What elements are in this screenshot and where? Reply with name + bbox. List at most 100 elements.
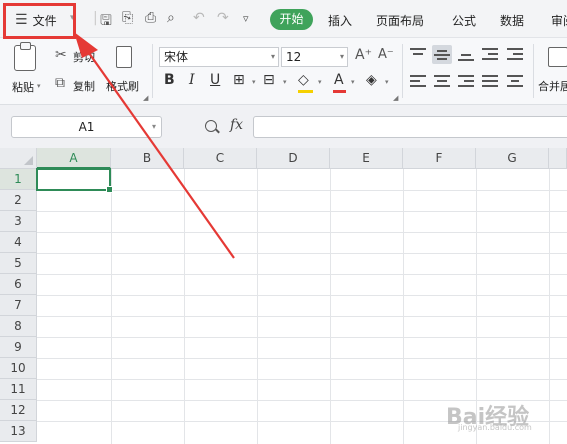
font-color-dropdown-icon[interactable]: ▾	[351, 78, 355, 86]
font-name-select[interactable]: 宋体 ▾	[159, 47, 279, 67]
align-middle-icon[interactable]	[434, 47, 450, 61]
selected-cell-a1[interactable]	[36, 168, 113, 193]
align-top-icon[interactable]	[410, 47, 426, 61]
ribbon: 粘贴 ▾ ✂ 剪切 ⧉ 复制 格式刷 宋体 ▾ 12 ▾ A⁺ A⁻ B I U…	[0, 38, 567, 105]
divider	[402, 44, 403, 98]
row-header[interactable]: 13	[0, 421, 37, 442]
divider	[152, 44, 153, 98]
grid-line	[37, 274, 567, 275]
tab-formulas[interactable]: 公式	[452, 12, 476, 29]
font-size-select[interactable]: 12 ▾	[281, 47, 348, 67]
merge-cells-icon[interactable]	[548, 47, 567, 67]
scissors-icon[interactable]: ✂	[55, 47, 67, 63]
grid-line	[37, 316, 567, 317]
tab-insert[interactable]: 插入	[328, 12, 352, 29]
font-name-value: 宋体	[164, 50, 189, 64]
grid-line	[37, 190, 567, 191]
tab-data[interactable]: 数据	[500, 12, 524, 29]
formula-bar: A1 ▾ fx	[0, 105, 567, 148]
merge-center-button[interactable]: 合并居	[538, 78, 567, 94]
cut-button[interactable]: 剪切	[73, 49, 95, 65]
row-header[interactable]: 2	[0, 190, 37, 211]
row-header[interactable]: 1	[0, 169, 37, 190]
watermark-subtext: jingyan.baidu.com	[458, 423, 532, 432]
underline-button[interactable]: U	[210, 72, 220, 88]
column-header[interactable]: G	[476, 148, 549, 169]
clipboard-dialog-icon[interactable]: ◢	[143, 94, 148, 102]
cell-style-dropdown-icon[interactable]: ▾	[283, 78, 287, 86]
grid-line	[37, 379, 567, 380]
chevron-down-icon: ▾	[270, 52, 275, 61]
column-header[interactable]: D	[257, 148, 330, 169]
cell-style-icon[interactable]: ⊟	[263, 72, 275, 88]
column-header[interactable]: B	[111, 148, 184, 169]
undo-icon[interactable]: ↶	[193, 10, 205, 26]
distribute-icon[interactable]	[507, 74, 523, 88]
increase-indent-icon[interactable]	[507, 47, 523, 61]
font-color-button[interactable]: A	[334, 72, 344, 88]
font-dialog-icon[interactable]: ◢	[393, 94, 398, 102]
print-icon[interactable]: ⎙	[145, 10, 156, 26]
justify-icon[interactable]	[482, 74, 498, 88]
fill-color-dropdown-icon[interactable]: ▾	[318, 78, 322, 86]
zoom-icon[interactable]	[205, 120, 217, 132]
export-icon[interactable]: ⎘	[122, 10, 133, 26]
save-icon[interactable]: 🖫	[100, 10, 112, 34]
decrease-indent-icon[interactable]	[482, 47, 498, 61]
row-header[interactable]: 6	[0, 274, 37, 295]
row-header[interactable]: 7	[0, 295, 37, 316]
bold-button[interactable]: B	[164, 72, 175, 88]
customize-toolbar-icon[interactable]: ▿	[243, 12, 249, 25]
row-header[interactable]: 3	[0, 211, 37, 232]
row-header[interactable]: 12	[0, 400, 37, 421]
select-all-corner[interactable]	[0, 148, 37, 169]
tab-page-layout[interactable]: 页面布局	[376, 12, 424, 29]
column-header[interactable]: E	[330, 148, 403, 169]
copy-icon[interactable]: ⧉	[55, 75, 65, 91]
row-header[interactable]: 8	[0, 316, 37, 337]
grid-line	[37, 295, 567, 296]
column-header[interactable]: C	[184, 148, 257, 169]
clear-format-icon[interactable]: ◈	[366, 72, 377, 88]
print-preview-icon[interactable]: ⌕	[167, 10, 175, 26]
name-box[interactable]: A1 ▾	[11, 116, 162, 138]
divider	[533, 44, 534, 98]
align-bottom-icon[interactable]	[458, 47, 474, 61]
format-painter-button[interactable]: 格式刷	[106, 78, 139, 94]
clear-format-dropdown-icon[interactable]: ▾	[385, 78, 389, 86]
grid-line	[37, 253, 567, 254]
row-header[interactable]: 4	[0, 232, 37, 253]
borders-dropdown-icon[interactable]: ▾	[252, 78, 256, 86]
formula-input[interactable]	[253, 116, 567, 138]
format-painter-icon[interactable]	[116, 46, 132, 68]
paste-icon[interactable]	[14, 42, 36, 71]
row-header[interactable]: 5	[0, 253, 37, 274]
name-box-value: A1	[78, 120, 95, 134]
italic-button[interactable]: I	[189, 72, 195, 88]
increase-font-icon[interactable]: A⁺	[355, 47, 372, 63]
decrease-font-icon[interactable]: A⁻	[378, 47, 394, 62]
copy-button[interactable]: 复制	[73, 78, 95, 94]
align-right-icon[interactable]	[458, 74, 474, 88]
chevron-down-icon: ▾	[151, 122, 156, 131]
tab-review[interactable]: 审阅	[551, 12, 567, 29]
grid-line	[37, 211, 567, 212]
redo-icon[interactable]: ↷	[217, 10, 229, 26]
watermark-logo: Bai经验 jingyan.baidu.com	[446, 393, 564, 433]
annotation-highlight-box	[3, 3, 76, 39]
align-center-icon[interactable]	[434, 74, 450, 88]
align-left-icon[interactable]	[410, 74, 426, 88]
paste-dropdown-icon[interactable]: ▾	[37, 82, 41, 90]
row-header[interactable]: 11	[0, 379, 37, 400]
fill-color-icon[interactable]: ◇	[298, 72, 309, 88]
font-size-value: 12	[286, 50, 302, 64]
column-header[interactable]: F	[403, 148, 476, 169]
tab-start[interactable]: 开始	[270, 9, 313, 30]
insert-function-button[interactable]: fx	[230, 117, 243, 133]
row-header[interactable]: 9	[0, 337, 37, 358]
borders-icon[interactable]: ⊞	[233, 72, 245, 88]
column-header-partial[interactable]	[549, 148, 567, 169]
paste-button[interactable]: 粘贴	[12, 79, 34, 95]
column-header[interactable]: A	[37, 148, 111, 169]
row-header[interactable]: 10	[0, 358, 37, 379]
